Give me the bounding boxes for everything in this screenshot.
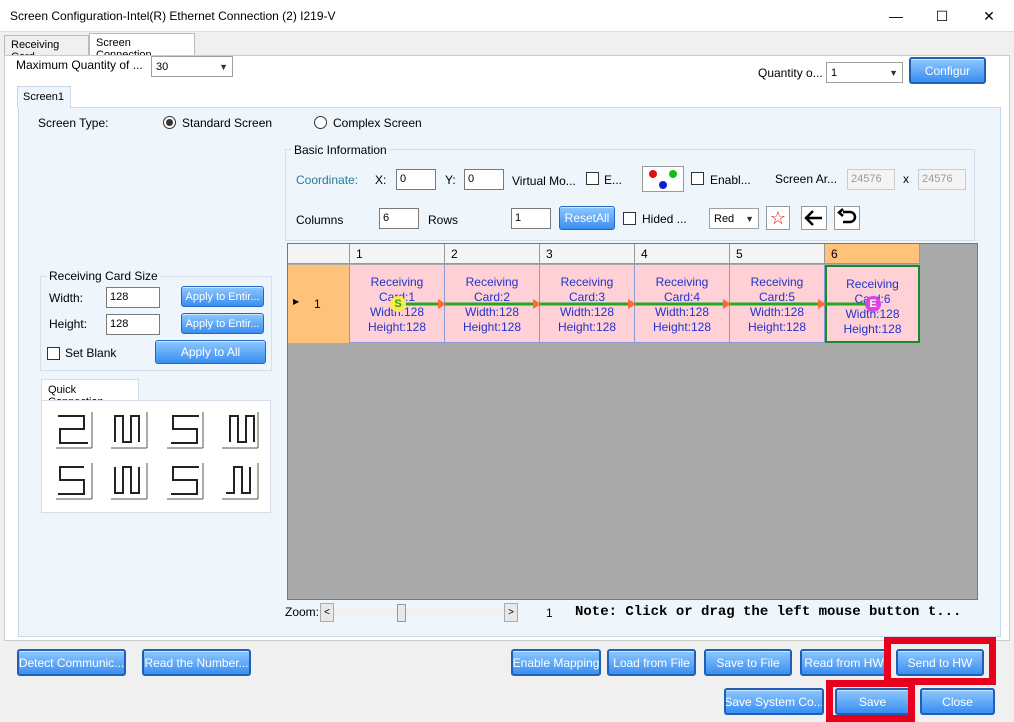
area-x-sep: x: [903, 172, 909, 186]
complex-screen-label: Complex Screen: [333, 116, 422, 130]
tab-screen1[interactable]: Screen1: [17, 86, 71, 108]
complex-screen-radio[interactable]: [314, 116, 327, 129]
minimize-button[interactable]: —: [873, 0, 919, 32]
chevron-down-icon: ▼: [745, 213, 754, 224]
zigzag-icon-8[interactable]: [220, 461, 260, 501]
card-size-title: Receiving Card Size: [47, 269, 160, 283]
screen-type-label: Screen Type:: [38, 116, 109, 130]
chevron-down-icon: ▼: [219, 61, 228, 72]
arrow-left-icon[interactable]: [801, 206, 827, 230]
max-qty-label: Maximum Quantity of ...: [16, 58, 143, 72]
zigzag-icon-5[interactable]: [54, 461, 94, 501]
screen-area-label: Screen Ar...: [775, 172, 838, 186]
columns-input[interactable]: 6: [379, 208, 419, 229]
close-button[interactable]: Close: [920, 688, 995, 715]
reset-all-button[interactable]: ResetAll: [559, 206, 615, 230]
highlight-send-to-hw: [884, 637, 996, 685]
enable-checkbox[interactable]: [691, 172, 704, 185]
window-title: Screen Configuration-Intel(R) Ethernet C…: [10, 9, 336, 23]
detect-communication-button[interactable]: Detect Communic...: [17, 649, 126, 676]
apply-entire-height-button[interactable]: Apply to Entir...: [181, 313, 264, 334]
color-select[interactable]: Red ▼: [709, 208, 759, 229]
area-width-input[interactable]: 24576: [847, 169, 895, 190]
highlight-save: [826, 680, 915, 722]
color-value: Red: [714, 212, 735, 225]
star-icon[interactable]: ☆: [766, 206, 790, 230]
width-spinner[interactable]: 128: [106, 287, 160, 308]
width-label: Width:: [49, 291, 84, 305]
qty-select[interactable]: 1 ▼: [826, 62, 903, 83]
title-bar: Screen Configuration-Intel(R) Ethernet C…: [0, 0, 1014, 32]
note-text: Note: Click or drag the left mouse butto…: [575, 604, 962, 620]
maximize-button[interactable]: ☐: [919, 0, 965, 32]
rows-input[interactable]: 1: [511, 208, 551, 229]
qty-label: Quantity o...: [758, 66, 823, 80]
y-input[interactable]: 0: [464, 169, 504, 190]
max-qty-value: 30: [156, 60, 169, 73]
height-spinner[interactable]: 128: [106, 314, 160, 335]
rows-label: Rows: [428, 213, 459, 227]
zigzag-icon-1[interactable]: [54, 410, 94, 450]
save-to-file-button[interactable]: Save to File: [704, 649, 792, 676]
zoom-value: 1: [546, 606, 553, 620]
e-checkbox[interactable]: [586, 172, 599, 185]
zoom-right-button[interactable]: >: [504, 603, 518, 622]
card-grid[interactable]: 1 2 3 4 5 6 ▶ 1 ReceivingCard:1Width:128…: [287, 243, 978, 600]
undo-icon[interactable]: [834, 206, 860, 230]
tab-receiving-card[interactable]: Receiving Card: [4, 35, 89, 63]
max-qty-select[interactable]: 30 ▼: [151, 56, 233, 77]
start-marker: S: [390, 296, 406, 312]
zigzag-icon-4[interactable]: [220, 410, 260, 450]
zoom-slider-thumb[interactable]: [397, 604, 406, 622]
enable-label: Enabl...: [710, 173, 751, 187]
enable-mapping-button[interactable]: Enable Mapping: [511, 649, 601, 676]
zigzag-icon-3[interactable]: [165, 410, 205, 450]
save-system-config-button[interactable]: Save System Co...: [724, 688, 824, 715]
e-label: E...: [604, 173, 623, 187]
rgb-dots-icon[interactable]: [642, 166, 684, 192]
close-window-button[interactable]: ✕: [966, 0, 1012, 32]
read-number-button[interactable]: Read the Number...: [142, 649, 251, 676]
quick-connection-title: Quick Connection: [41, 379, 139, 408]
apply-all-button[interactable]: Apply to All: [155, 340, 266, 364]
coordinate-label: Coordinate:: [296, 173, 359, 187]
columns-label: Columns: [296, 213, 344, 227]
zigzag-icon-2[interactable]: [109, 410, 149, 450]
standard-screen-label: Standard Screen: [182, 116, 273, 130]
basic-info-title: Basic Information: [292, 143, 389, 157]
load-from-file-button[interactable]: Load from File: [607, 649, 696, 676]
area-height-input[interactable]: 24576: [918, 169, 966, 190]
qty-value: 1: [831, 66, 838, 79]
standard-screen-radio[interactable]: [163, 116, 176, 129]
height-label: Height:: [49, 317, 88, 331]
zoom-slider-track[interactable]: [334, 608, 504, 616]
x-label: X:: [375, 173, 387, 187]
end-marker: E: [865, 296, 881, 312]
zoom-left-button[interactable]: <: [320, 603, 334, 622]
hided-checkbox[interactable]: [623, 212, 636, 225]
read-from-hw-button[interactable]: Read from HW: [800, 649, 888, 676]
zoom-label: Zoom:: [285, 605, 320, 619]
configure-button[interactable]: Configur: [909, 57, 986, 84]
y-label: Y:: [445, 173, 456, 187]
hided-label: Hided ...: [642, 212, 687, 226]
chevron-down-icon: ▼: [889, 67, 898, 78]
tab-screen-connection[interactable]: Screen Connection: [89, 33, 195, 61]
virtual-mode-label: Virtual Mo...: [512, 174, 576, 188]
apply-entire-width-button[interactable]: Apply to Entir...: [181, 286, 264, 307]
zigzag-icon-7[interactable]: [165, 461, 205, 501]
x-input[interactable]: 0: [396, 169, 436, 190]
zigzag-icon-6[interactable]: [109, 461, 149, 501]
set-blank-label: Set Blank: [65, 346, 117, 360]
set-blank-checkbox[interactable]: [47, 347, 60, 360]
